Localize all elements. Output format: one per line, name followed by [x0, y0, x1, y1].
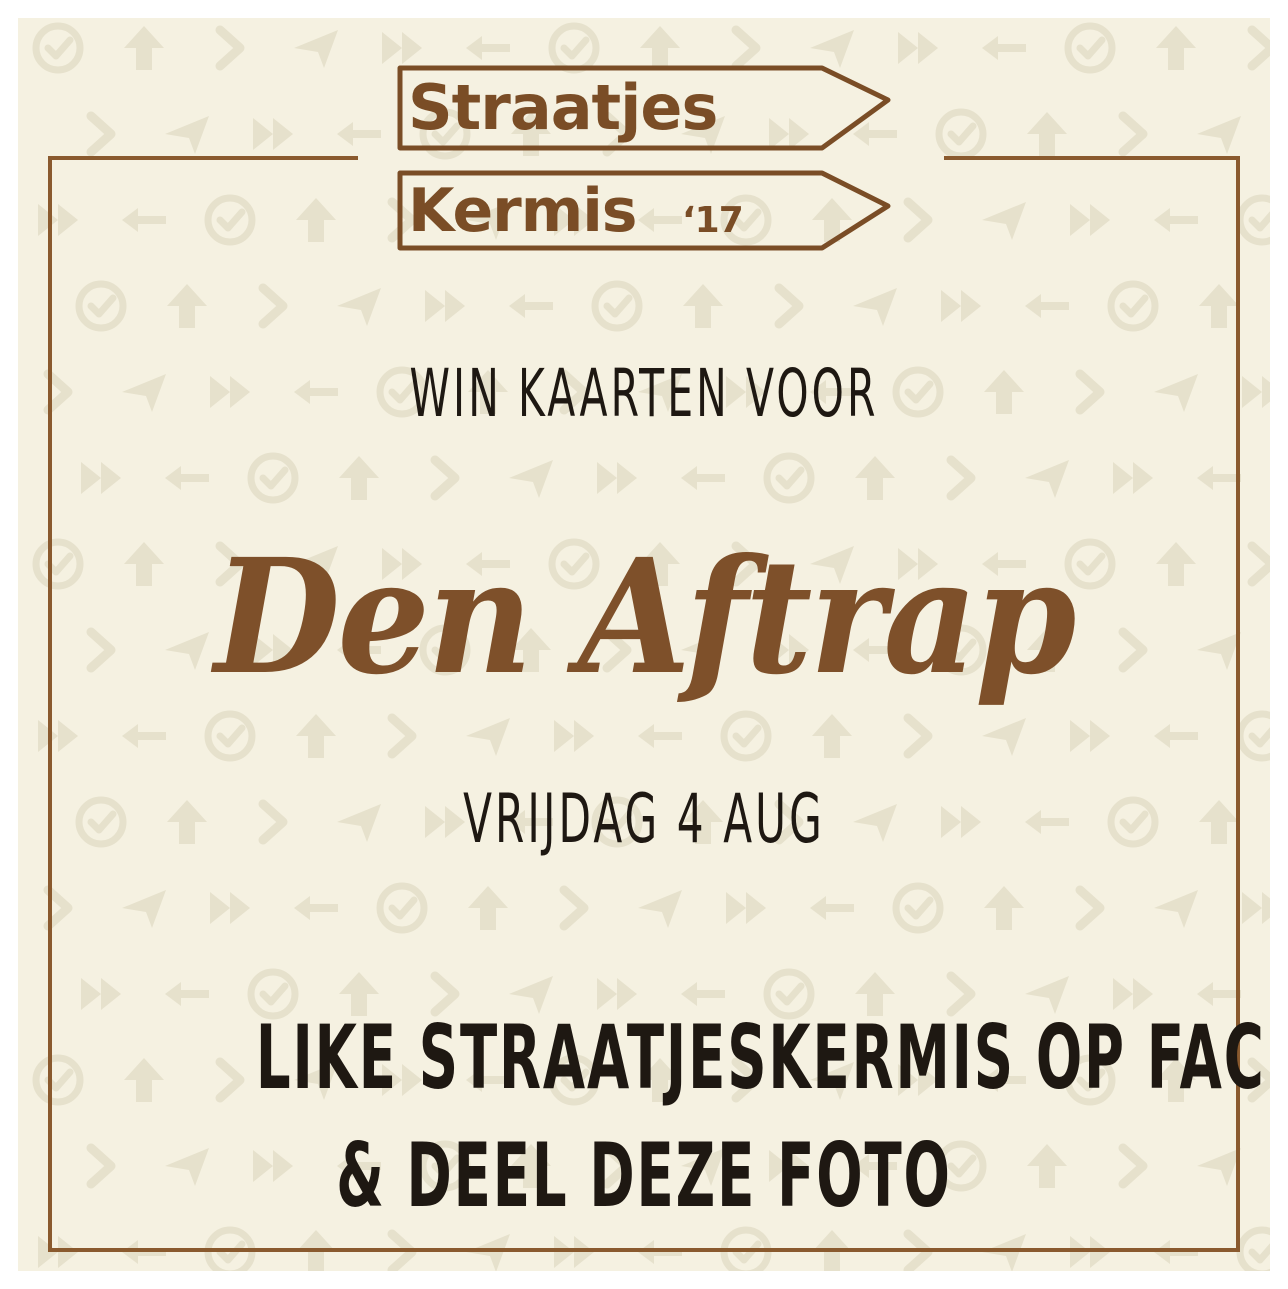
event-date: VRIJDAG 4 AUG — [463, 780, 825, 859]
event-name: Den Aftrap — [214, 525, 1076, 710]
logo-line-kermis: Kermis — [408, 176, 638, 246]
cta-share-photo: & DEEL DEZE FOTO — [336, 1124, 952, 1227]
cta-like-facebook: LIKE STRAATJESKERMIS OP FACEBOOK — [255, 1006, 1270, 1109]
logo-line-straatjes: Straatjes — [408, 71, 718, 144]
straatjes-kermis-logo: Straatjes Kermis ‘17 — [390, 62, 900, 277]
headline-win-kaarten: WIN KAARTEN VOOR — [409, 355, 879, 432]
poster: Straatjes Kermis ‘17 WIN KAARTEN VOOR De… — [18, 18, 1270, 1271]
logo-year: ‘17 — [682, 200, 744, 241]
